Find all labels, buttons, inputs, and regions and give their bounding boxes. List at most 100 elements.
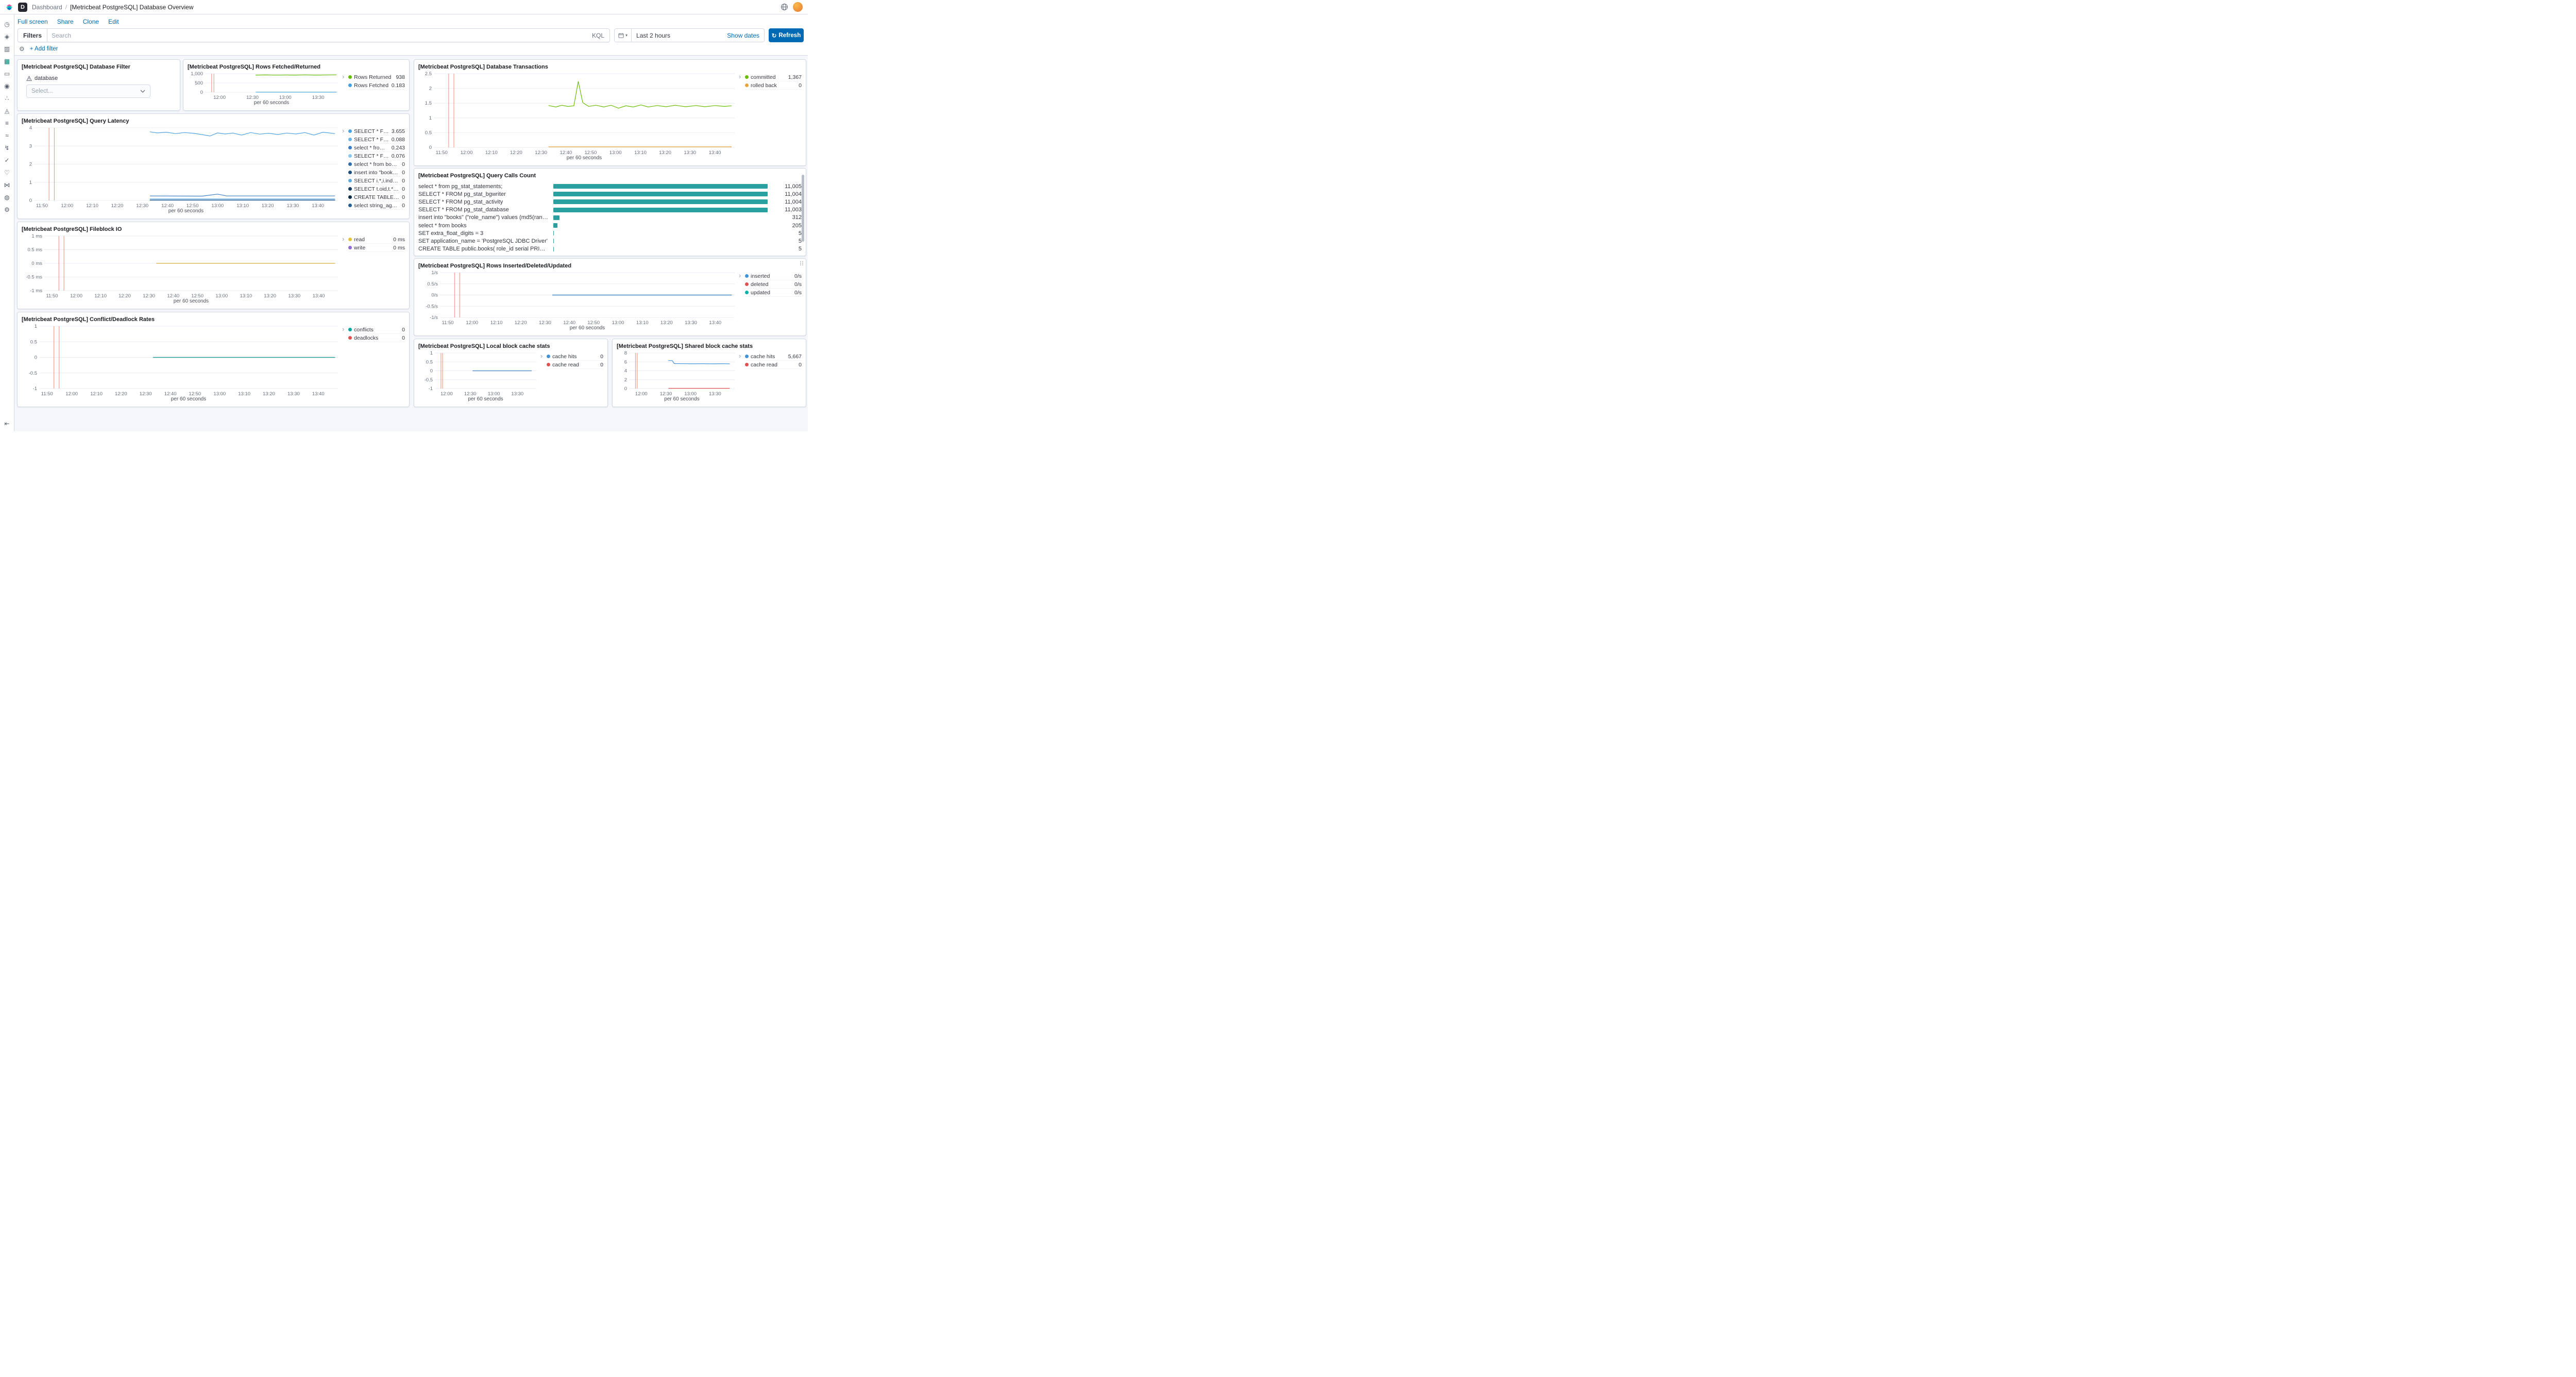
- panel-local-block-cache: [Metricbeat PostgreSQL] Local block cach…: [414, 339, 608, 407]
- nav-recently-viewed-icon[interactable]: ◷: [3, 21, 11, 28]
- legend-item[interactable]: conflicts0: [348, 326, 405, 334]
- legend-collapse-icon[interactable]: ›: [540, 352, 547, 402]
- rows-idu-chart[interactable]: 1/s0.5/s0/s-0.5/s-1/s11:5012:0012:1012:2…: [418, 270, 739, 331]
- elastic-logo[interactable]: [5, 3, 13, 11]
- legend-value: 0: [600, 362, 603, 368]
- filters-popover-button[interactable]: Filters: [18, 29, 47, 42]
- nav-siem-icon[interactable]: ♡: [3, 169, 11, 176]
- avatar[interactable]: [793, 2, 803, 12]
- panel-rows-inserted-deleted-updated: [Metricbeat PostgreSQL] Rows Inserted/De…: [414, 258, 806, 336]
- panel-rows-fetched-returned: [Metricbeat PostgreSQL] Rows Fetched/Ret…: [183, 59, 410, 111]
- legend-color-dot: [745, 83, 749, 87]
- legend-item[interactable]: committed1,367: [745, 73, 802, 81]
- dock-navigation-icon[interactable]: ⇤: [3, 420, 11, 427]
- conflict-deadlock-chart[interactable]: 10.50-0.5-111:5012:0012:1012:2012:3012:4…: [22, 323, 342, 402]
- breadcrumb-dashboard[interactable]: Dashboard: [32, 4, 62, 11]
- legend-item[interactable]: insert into "books" ("...0: [348, 169, 405, 177]
- svg-text:500: 500: [195, 80, 203, 86]
- breadcrumb-separator: /: [65, 4, 67, 11]
- legend-value: 0/s: [794, 281, 802, 288]
- refresh-button[interactable]: ↻ Refresh: [769, 28, 804, 42]
- gear-icon[interactable]: ⚙: [19, 45, 25, 53]
- svg-text:11:50: 11:50: [36, 203, 48, 209]
- nav-management-icon[interactable]: ⚙: [3, 206, 11, 213]
- legend-item[interactable]: select * from pg...0.243: [348, 144, 405, 152]
- query-latency-chart[interactable]: 4321011:5012:0012:1012:2012:3012:4012:50…: [22, 125, 342, 214]
- database-select[interactable]: Select...: [26, 85, 150, 98]
- legend-item[interactable]: CREATE TABLE publi...0: [348, 193, 405, 201]
- legend-item[interactable]: SELECT * FROM...0.076: [348, 152, 405, 160]
- transactions-chart[interactable]: 2.521.510.5011:5012:0012:1012:2012:3012:…: [418, 71, 739, 161]
- time-range-label[interactable]: Last 2 hours: [632, 32, 727, 39]
- legend-item[interactable]: SELECT t.oid,t.*,c.rel...0: [348, 185, 405, 193]
- svg-text:12:00: 12:00: [65, 391, 78, 397]
- legend-color-dot: [348, 75, 352, 79]
- edit-button[interactable]: Edit: [108, 18, 119, 25]
- nav-graph-icon[interactable]: ◬: [3, 107, 11, 114]
- legend-collapse-icon[interactable]: ›: [342, 73, 348, 106]
- legend-color-dot: [348, 246, 352, 249]
- clone-button[interactable]: Clone: [83, 18, 99, 25]
- nav-dev-tools-icon[interactable]: ⋈: [3, 181, 11, 189]
- local-cache-chart[interactable]: 10.50-0.5-112:0012:3013:0013:30per 60 se…: [418, 350, 540, 402]
- legend-item[interactable]: deadlocks0: [348, 334, 405, 342]
- legend-item[interactable]: cache read0: [547, 361, 603, 369]
- legend-collapse-icon[interactable]: ›: [739, 73, 745, 161]
- panel-query-calls-count: [Metricbeat PostgreSQL] Query Calls Coun…: [414, 168, 806, 256]
- legend-color-dot: [348, 146, 352, 149]
- nav-machine-learning-icon[interactable]: ∴: [3, 95, 11, 102]
- fileblock-io-chart[interactable]: 1 ms0.5 ms0 ms-0.5 ms-1 ms11:5012:0012:1…: [22, 233, 342, 304]
- svg-text:13:30: 13:30: [312, 95, 325, 100]
- legend-collapse-icon[interactable]: ›: [342, 326, 348, 402]
- nav-apm-icon[interactable]: ↯: [3, 144, 11, 152]
- legend-item[interactable]: select string_agg(wo...0: [348, 201, 405, 210]
- shared-cache-chart[interactable]: 8642012:0012:3013:0013:30per 60 seconds: [617, 350, 739, 402]
- legend-item[interactable]: SELECT * FROM...0.088: [348, 136, 405, 144]
- legend-collapse-icon[interactable]: ›: [342, 127, 348, 214]
- svg-text:13:10: 13:10: [634, 150, 647, 156]
- nav-maps-icon[interactable]: ◉: [3, 82, 11, 90]
- rows-fetched-chart[interactable]: 1,000500012:0012:3013:0013:30per 60 seco…: [188, 71, 342, 106]
- legend-item[interactable]: write0 ms: [348, 244, 405, 252]
- kql-toggle[interactable]: KQL: [587, 32, 609, 39]
- search-input[interactable]: [47, 32, 587, 39]
- cloud-deployment-icon[interactable]: [781, 3, 788, 11]
- legend-item[interactable]: Rows Fetched0.183: [348, 81, 405, 90]
- legend-label: Rows Fetched: [354, 82, 389, 89]
- add-filter-link[interactable]: + Add filter: [30, 46, 58, 52]
- legend-item[interactable]: select * from books0: [348, 160, 405, 169]
- nav-logs-icon[interactable]: ≡: [3, 120, 11, 127]
- legend-item[interactable]: SELECT i.*,i.indkey a...0: [348, 177, 405, 185]
- nav-uptime-icon[interactable]: ✓: [3, 157, 11, 164]
- svg-text:per 60 seconds: per 60 seconds: [254, 100, 289, 106]
- nav-dashboard-icon[interactable]: ▦: [3, 58, 11, 65]
- legend-item[interactable]: cache read0: [745, 361, 802, 369]
- legend-collapse-icon[interactable]: ›: [739, 352, 745, 402]
- legend-item[interactable]: cache hits5,667: [745, 352, 802, 361]
- legend-item[interactable]: Rows Returned938: [348, 73, 405, 81]
- nav-canvas-icon[interactable]: ▭: [3, 70, 11, 77]
- legend-label: select * from pg...: [354, 145, 389, 151]
- scrollbar-thumb[interactable]: [802, 175, 804, 242]
- bar-label: select * from books: [418, 223, 553, 229]
- legend-item[interactable]: SELECT * FROM...3.655: [348, 127, 405, 136]
- full-screen-button[interactable]: Full screen: [18, 18, 48, 25]
- panel-options-icon[interactable]: [800, 260, 804, 267]
- legend-collapse-icon[interactable]: ›: [342, 236, 348, 304]
- nav-discover-icon[interactable]: ◈: [3, 33, 11, 40]
- calendar-button[interactable]: ▾: [615, 29, 632, 42]
- legend-item[interactable]: deleted0/s: [745, 280, 802, 289]
- legend-item[interactable]: inserted0/s: [745, 272, 802, 280]
- nav-metrics-icon[interactable]: ≈: [3, 132, 11, 139]
- legend-label: committed: [751, 74, 786, 80]
- legend-item[interactable]: updated0/s: [745, 289, 802, 297]
- legend-item[interactable]: rolled back0: [745, 81, 802, 90]
- share-button[interactable]: Share: [57, 18, 74, 25]
- space-badge[interactable]: D: [18, 3, 27, 12]
- legend-item[interactable]: cache hits0: [547, 352, 603, 361]
- show-dates-link[interactable]: Show dates: [727, 32, 764, 39]
- nav-stack-monitoring-icon[interactable]: ◍: [3, 194, 11, 201]
- legend-collapse-icon[interactable]: ›: [739, 272, 745, 331]
- legend-item[interactable]: read0 ms: [348, 236, 405, 244]
- nav-visualize-icon[interactable]: ▥: [3, 45, 11, 53]
